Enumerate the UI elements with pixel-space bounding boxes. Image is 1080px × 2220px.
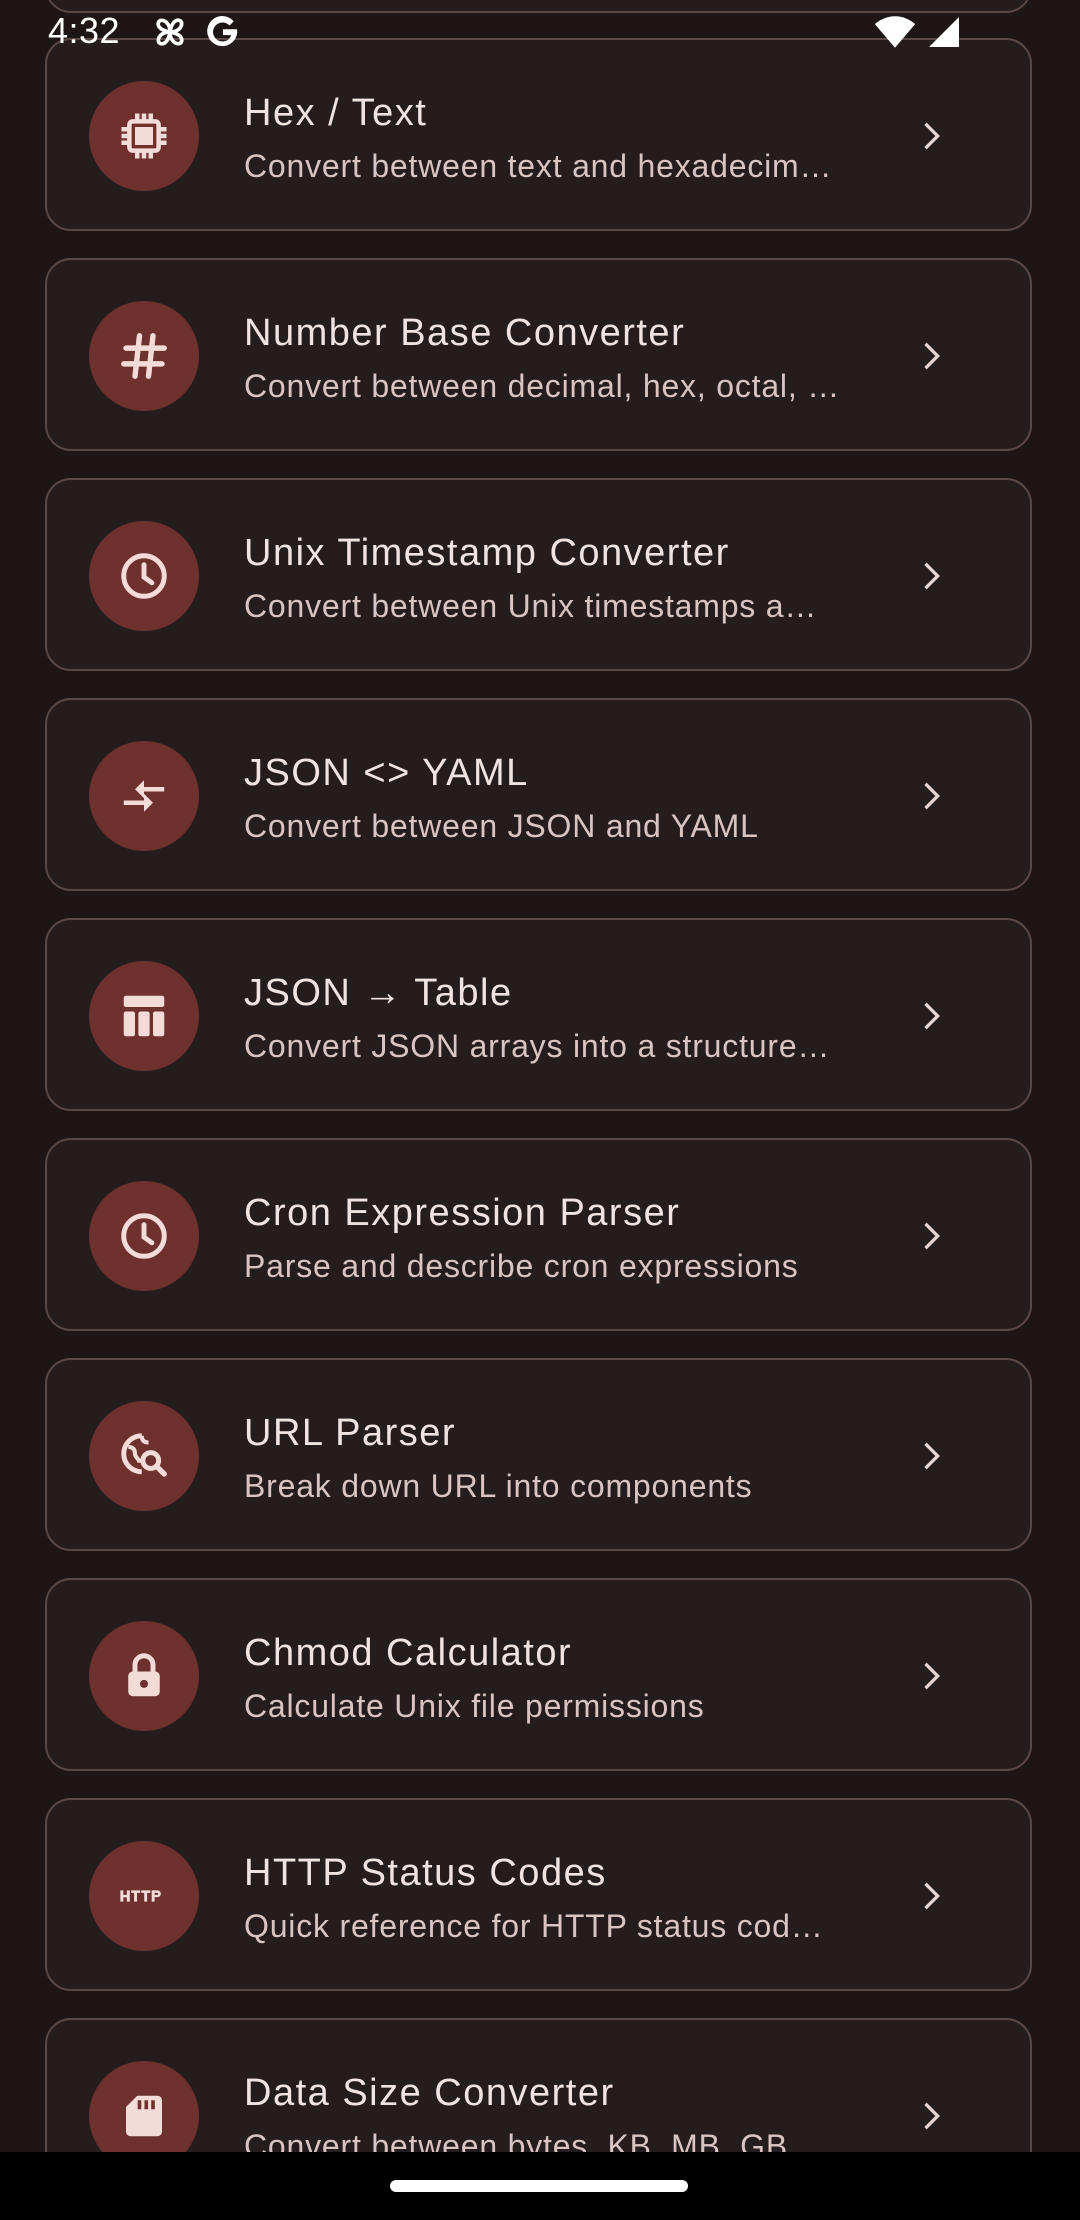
status-bar: 4:32 [0, 0, 1080, 64]
home-indicator[interactable] [390, 2180, 688, 2192]
tool-description: Break down URL into components [244, 1468, 753, 1504]
cellular-signal-icon [929, 17, 959, 47]
tool-card-number-base-converter[interactable]: Number Base Converter Convert between de… [45, 258, 1032, 451]
tool-title: Unix Timestamp Converter [244, 532, 730, 574]
tool-title: Cron Expression Parser [244, 1192, 681, 1234]
compare-arrows-icon [123, 780, 165, 812]
tool-description: Parse and describe cron expressions [244, 1248, 799, 1284]
tool-list-screen: Hex / Text Convert between text and hexa… [0, 0, 1080, 2152]
tool-title: HTTP Status Codes [244, 1852, 607, 1894]
tool-description: Quick reference for HTTP status cod… [244, 1908, 824, 1944]
tool-icon-badge [89, 741, 199, 851]
tool-icon-badge [89, 2061, 199, 2152]
chevron-right-icon [924, 342, 940, 370]
tool-icon-badge [89, 81, 199, 191]
status-icons-left [150, 12, 242, 52]
tool-icon-badge [89, 1181, 199, 1291]
travel-explore-icon [121, 1433, 167, 1477]
tool-card-hex-text[interactable]: Hex / Text Convert between text and hexa… [45, 38, 1032, 231]
tool-title: JSON <> YAML [244, 752, 529, 794]
chevron-right-icon [924, 122, 940, 150]
tool-card-json-table[interactable]: JSON → Table Convert JSON arrays into a … [45, 918, 1032, 1111]
tool-title: URL Parser [244, 1412, 457, 1454]
tool-description: Convert JSON arrays into a structure… [244, 1028, 831, 1064]
tool-card-unix-timestamp-converter[interactable]: Unix Timestamp Converter Convert between… [45, 478, 1032, 671]
tool-title: Data Size Converter [244, 2072, 615, 2114]
tool-card-json-yaml[interactable]: JSON <> YAML Convert between JSON and YA… [45, 698, 1032, 891]
chevron-right-icon [924, 1882, 940, 1910]
tool-title: Chmod Calculator [244, 1632, 573, 1674]
clock-icon [121, 1213, 167, 1259]
clock-icon [121, 553, 167, 599]
navigation-bar [0, 2152, 1080, 2220]
tool-card-http-status-codes[interactable]: HTTP Status Codes Quick reference for HT… [45, 1798, 1032, 1991]
chevron-right-icon [924, 1662, 940, 1690]
tool-card-cron-expression-parser[interactable]: Cron Expression Parser Parse and describ… [45, 1138, 1032, 1331]
chevron-right-icon [924, 1002, 940, 1030]
tool-icon-badge [89, 1841, 199, 1951]
tool-icon-badge [89, 1401, 199, 1511]
tool-description: Convert between bytes, KB, MB, GB… [244, 2128, 821, 2152]
status-icons-right [874, 14, 962, 50]
tool-description: Convert between text and hexadecim… [244, 148, 833, 184]
google-icon [207, 16, 238, 47]
tool-title: JSON → Table [244, 972, 513, 1014]
tool-description: Convert between Unix timestamps a… [244, 588, 818, 624]
lock-icon [128, 1653, 160, 1697]
chevron-right-icon [924, 2102, 940, 2130]
chevron-right-icon [924, 782, 940, 810]
tool-description: Calculate Unix file permissions [244, 1688, 705, 1724]
http-icon [120, 1890, 161, 1902]
tool-description: Convert between JSON and YAML [244, 808, 759, 844]
tool-icon-badge [89, 1621, 199, 1731]
tool-description: Convert between decimal, hex, octal, … [244, 368, 841, 404]
tool-icon-badge [89, 301, 199, 411]
chevron-right-icon [924, 1222, 940, 1250]
table-icon [123, 995, 165, 1037]
chevron-right-icon [924, 562, 940, 590]
tool-title: Hex / Text [244, 92, 428, 134]
tool-title: Number Base Converter [244, 312, 686, 354]
tool-card-url-parser[interactable]: URL Parser Break down URL into component… [45, 1358, 1032, 1551]
tool-icon-badge [89, 961, 199, 1071]
sd-card-icon [126, 2095, 162, 2137]
tool-icon-badge [89, 521, 199, 631]
status-time: 4:32 [48, 10, 121, 51]
wifi-icon [874, 16, 916, 48]
chevron-right-icon [924, 1442, 940, 1470]
tool-card-chmod-calculator[interactable]: Chmod Calculator Calculate Unix file per… [45, 1578, 1032, 1771]
pinwheel-icon [156, 18, 184, 46]
hash-icon [121, 333, 167, 379]
chip-icon [121, 113, 167, 159]
tool-card-data-size-converter[interactable]: Data Size Converter Convert between byte… [45, 2018, 1032, 2152]
